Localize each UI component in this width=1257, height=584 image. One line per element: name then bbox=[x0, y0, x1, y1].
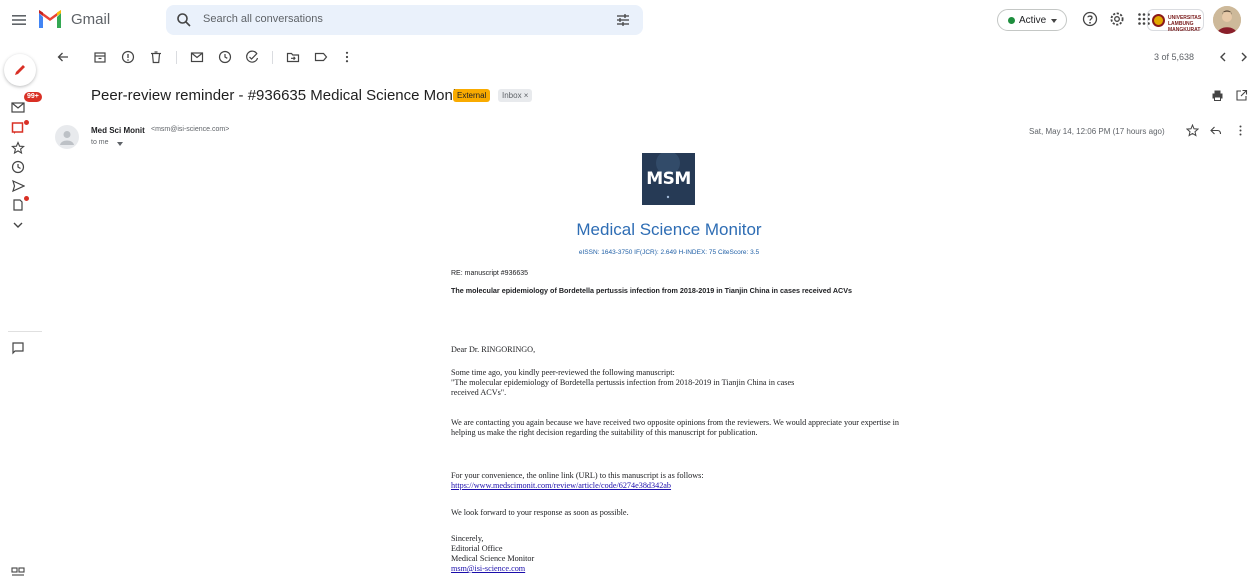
star-icon[interactable] bbox=[11, 141, 25, 155]
rail-divider bbox=[8, 331, 42, 332]
inbox-label-chip[interactable]: Inbox × bbox=[498, 89, 533, 102]
sender-email: <msm@isi-science.com> bbox=[151, 126, 230, 133]
toolbar-divider bbox=[176, 51, 177, 64]
paragraph-4: We look forward to your response as soon… bbox=[451, 508, 629, 517]
chevron-down-icon bbox=[1051, 19, 1057, 23]
signature-email-link[interactable]: msm@isi-science.com bbox=[451, 564, 525, 573]
salutation: Dear Dr. RINGORINGO, bbox=[451, 345, 536, 354]
help-icon[interactable] bbox=[1082, 11, 1098, 27]
app-name[interactable]: Gmail bbox=[71, 11, 110, 28]
meet-icon[interactable] bbox=[11, 564, 25, 578]
drafts-notification-dot bbox=[24, 196, 29, 201]
gmail-logo-icon[interactable] bbox=[38, 9, 62, 29]
older-chevron-right-icon[interactable] bbox=[1237, 50, 1251, 64]
paragraph-1: Some time ago, you kindly peer-reviewed … bbox=[451, 368, 795, 397]
left-navigation-rail: 99+ bbox=[0, 40, 48, 584]
more-options-icon[interactable] bbox=[340, 50, 354, 64]
university-emblem-icon bbox=[1152, 14, 1165, 27]
chat-icon[interactable] bbox=[11, 121, 25, 135]
active-status-dot bbox=[1008, 17, 1015, 24]
logo-text: MSM bbox=[646, 169, 691, 189]
organization-logo[interactable]: UNIVERSITAS LAMBUNG MANGKURAT bbox=[1147, 9, 1204, 33]
mark-unread-icon[interactable] bbox=[190, 50, 204, 64]
snooze-clock-icon[interactable] bbox=[218, 50, 232, 64]
email-subject: Peer-review reminder - #936635 Medical S… bbox=[91, 87, 474, 104]
recipient-summary[interactable]: to me bbox=[91, 139, 109, 146]
journal-logo: MSM bbox=[642, 153, 695, 205]
search-options-icon[interactable] bbox=[615, 12, 631, 28]
recipient-details-chevron-icon[interactable] bbox=[117, 142, 123, 146]
star-icon[interactable] bbox=[1186, 124, 1199, 137]
sender-avatar[interactable] bbox=[55, 125, 79, 149]
unread-count-badge: 99+ bbox=[24, 92, 42, 102]
main-menu-icon[interactable] bbox=[8, 9, 30, 31]
external-label-chip: External bbox=[453, 89, 491, 102]
signature-block: Sincerely, Editorial Office Medical Scie… bbox=[451, 534, 535, 573]
reply-arrow-icon[interactable] bbox=[1209, 124, 1222, 137]
manuscript-title: The molecular epidemiology of Bordetella… bbox=[451, 286, 853, 295]
profile-photo-icon bbox=[1213, 6, 1241, 34]
back-arrow-icon[interactable] bbox=[56, 50, 70, 64]
clock-snoozed-icon[interactable] bbox=[11, 160, 25, 174]
account-avatar[interactable] bbox=[1213, 6, 1241, 34]
delete-trash-icon[interactable] bbox=[149, 50, 163, 64]
newer-chevron-left-icon[interactable] bbox=[1216, 50, 1230, 64]
paragraph-2: We are contacting you again because we h… bbox=[451, 418, 899, 437]
open-new-window-icon[interactable] bbox=[1235, 89, 1248, 102]
status-label: Active bbox=[1019, 15, 1047, 26]
draft-icon[interactable] bbox=[11, 198, 25, 212]
message-toolbar: 3 of 5,638 bbox=[48, 45, 1257, 71]
manuscript-link[interactable]: https://www.medscimonit.com/review/artic… bbox=[451, 481, 671, 490]
report-spam-icon[interactable] bbox=[121, 50, 135, 64]
search-input[interactable]: Search all conversations bbox=[203, 13, 323, 25]
manuscript-reference: RE: manuscript #936635 bbox=[451, 270, 529, 277]
archive-icon[interactable] bbox=[93, 50, 107, 64]
toolbar-divider bbox=[272, 51, 273, 64]
move-to-folder-icon[interactable] bbox=[286, 50, 300, 64]
journal-title: Medical Science Monitor bbox=[576, 220, 762, 239]
more-options-icon[interactable] bbox=[1234, 124, 1247, 137]
university-name: UNIVERSITAS LAMBUNG MANGKURAT bbox=[1168, 15, 1202, 33]
add-to-tasks-icon[interactable] bbox=[245, 50, 259, 64]
status-selector[interactable]: Active bbox=[997, 9, 1067, 31]
top-bar: Gmail Search all conversations Active UN… bbox=[0, 0, 1257, 40]
paragraph-3: For your convenience, the online link (U… bbox=[451, 471, 704, 490]
search-icon[interactable] bbox=[176, 12, 192, 28]
label-tag-icon[interactable] bbox=[314, 50, 328, 64]
email-date: Sat, May 14, 12:06 PM (17 hours ago) bbox=[1029, 127, 1165, 136]
settings-gear-icon[interactable] bbox=[1109, 11, 1125, 27]
chat-bubble-icon[interactable] bbox=[11, 341, 25, 355]
compose-button[interactable] bbox=[4, 54, 36, 86]
send-icon[interactable] bbox=[11, 179, 25, 193]
sender-name[interactable]: Med Sci Monit bbox=[91, 126, 145, 135]
message-pager: 3 of 5,638 bbox=[1154, 52, 1195, 62]
pencil-icon bbox=[15, 65, 25, 75]
mail-icon[interactable] bbox=[11, 100, 25, 114]
print-icon[interactable] bbox=[1211, 89, 1224, 102]
journal-metrics: eISSN: 1643-3750 IF(JCR): 2.649 H-INDEX:… bbox=[578, 249, 760, 256]
default-person-icon bbox=[60, 131, 74, 145]
chat-notification-dot bbox=[24, 120, 29, 125]
chevron-down-icon[interactable] bbox=[11, 218, 25, 232]
search-bar[interactable]: Search all conversations bbox=[166, 5, 643, 35]
